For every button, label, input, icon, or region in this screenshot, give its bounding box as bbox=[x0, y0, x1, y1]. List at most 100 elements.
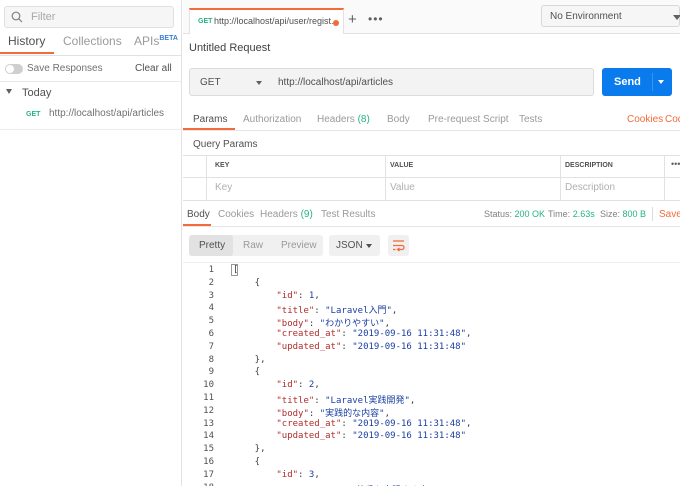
key-input[interactable]: Key bbox=[215, 182, 232, 193]
format-preview-button[interactable]: Preview bbox=[281, 240, 317, 251]
json-key: "id" bbox=[276, 469, 299, 480]
table-border bbox=[385, 155, 386, 201]
more-tabs-button[interactable]: ••• bbox=[368, 12, 384, 26]
code-line: "body": "実践的な内容", bbox=[233, 406, 390, 419]
divider bbox=[652, 207, 653, 221]
caret-down-icon[interactable] bbox=[6, 89, 12, 94]
json-key: "updated_at" bbox=[276, 431, 342, 442]
chevron-down-icon bbox=[673, 15, 680, 20]
tab-headers[interactable]: Headers (8) bbox=[317, 114, 370, 125]
response-tab-headers[interactable]: Headers (9) bbox=[260, 209, 313, 220]
code-line: "created_at": "2019-09-16 11:31:48", bbox=[233, 419, 471, 429]
language-select[interactable]: JSON bbox=[329, 235, 380, 256]
json-punct: : bbox=[314, 396, 326, 406]
code-line: { bbox=[233, 367, 260, 377]
line-number: 18 bbox=[183, 483, 214, 486]
code-line: "title": "Laravel実践開発", bbox=[233, 393, 415, 406]
line-number: 15 bbox=[203, 444, 214, 455]
table-border bbox=[560, 155, 561, 201]
line-number: 13 bbox=[203, 418, 214, 429]
format-pretty-button[interactable]: Pretty bbox=[199, 240, 225, 251]
json-punct: }, bbox=[233, 444, 266, 455]
json-punct: , bbox=[314, 380, 320, 391]
json-punct: , bbox=[409, 396, 416, 406]
json-key: "title" bbox=[276, 396, 315, 406]
query-params-label: Query Params bbox=[193, 139, 258, 150]
json-punct: , bbox=[466, 418, 472, 429]
response-tab-cookies[interactable]: Cookies bbox=[218, 209, 254, 220]
divider bbox=[183, 226, 680, 227]
code-link[interactable]: Code bbox=[665, 114, 680, 125]
tab-tests[interactable]: Tests bbox=[519, 114, 542, 125]
url-input[interactable]: http://localhost/api/articles bbox=[269, 68, 594, 96]
line-number: 5 bbox=[208, 316, 214, 327]
code-line: "body": "わかりやすい", bbox=[233, 316, 390, 329]
json-punct: , bbox=[466, 329, 472, 339]
wrap-lines-button[interactable] bbox=[388, 235, 409, 256]
history-item-url[interactable]: http://localhost/api/articles bbox=[49, 108, 164, 119]
json-punct: { bbox=[233, 277, 261, 288]
unsaved-dot-icon[interactable] bbox=[333, 20, 339, 26]
response-tab-body[interactable]: Body bbox=[187, 209, 210, 220]
request-title[interactable]: Untitled Request bbox=[189, 42, 270, 54]
code-line: "updated_at": "2019-09-16 11:31:48" bbox=[233, 342, 466, 352]
json-punct: : bbox=[341, 341, 353, 352]
url-value: http://localhost/api/articles bbox=[278, 77, 394, 88]
cookies-link[interactable]: Cookies bbox=[627, 114, 663, 125]
json-punct bbox=[233, 431, 276, 441]
value-input[interactable]: Value bbox=[390, 182, 415, 193]
active-tab-indicator bbox=[0, 52, 54, 54]
tab-prerequest-script[interactable]: Pre-request Script bbox=[428, 114, 509, 125]
json-punct bbox=[233, 329, 276, 339]
response-body-editor[interactable]: 123456789101112131415161718 [ { "id": 1,… bbox=[183, 262, 680, 486]
tab-authorization[interactable]: Authorization bbox=[243, 114, 301, 125]
history-group-today[interactable]: Today bbox=[22, 87, 51, 99]
size-label: Size: bbox=[600, 209, 621, 219]
json-punct: : bbox=[341, 329, 353, 339]
save-responses-toggle[interactable] bbox=[5, 64, 23, 74]
send-button[interactable]: Send bbox=[602, 68, 672, 96]
response-tab-test-results[interactable]: Test Results bbox=[321, 209, 375, 220]
json-string: "実践的な内容" bbox=[319, 408, 385, 419]
divider bbox=[0, 81, 182, 82]
search-icon bbox=[11, 11, 23, 23]
json-key: "updated_at" bbox=[276, 341, 342, 352]
line-number: 3 bbox=[208, 290, 214, 301]
send-label: Send bbox=[614, 76, 641, 88]
tab-headers-count: (8) bbox=[357, 114, 370, 125]
table-border bbox=[183, 177, 680, 178]
json-punct bbox=[233, 342, 276, 352]
language-value: JSON bbox=[336, 240, 363, 251]
line-number: 10 bbox=[203, 380, 214, 391]
tab-apis[interactable]: APIsBETA bbox=[134, 34, 178, 48]
json-punct: : bbox=[298, 290, 309, 301]
json-punct: }, bbox=[233, 354, 266, 365]
json-key: "id" bbox=[276, 380, 299, 391]
tab-collections[interactable]: Collections bbox=[63, 34, 122, 48]
divider bbox=[0, 55, 182, 56]
tab-history[interactable]: History bbox=[8, 34, 45, 48]
history-item-method[interactable]: GET bbox=[26, 111, 40, 118]
format-raw-button[interactable]: Raw bbox=[243, 240, 263, 251]
line-number: 8 bbox=[208, 354, 214, 365]
request-tab[interactable]: GET http://localhost/api/user/regist... bbox=[189, 8, 344, 34]
new-tab-button[interactable]: + bbox=[348, 12, 357, 27]
json-punct: , bbox=[384, 319, 390, 330]
tab-body[interactable]: Body bbox=[387, 114, 410, 125]
tab-params[interactable]: Params bbox=[193, 114, 227, 125]
chevron-down-icon bbox=[256, 81, 262, 85]
description-input[interactable]: Description bbox=[565, 182, 615, 193]
clear-all-button[interactable]: Clear all bbox=[135, 63, 172, 74]
column-header-description: DESCRIPTION bbox=[565, 162, 613, 169]
save-response-button[interactable]: Save bbox=[659, 209, 680, 220]
environment-select[interactable]: No Environment bbox=[541, 5, 680, 27]
save-responses-label: Save Responses bbox=[27, 63, 103, 74]
json-punct: , bbox=[314, 290, 320, 301]
time-value: 2.63s bbox=[572, 209, 595, 219]
method-select[interactable]: GET bbox=[189, 68, 270, 96]
filter-input[interactable]: Filter bbox=[4, 6, 174, 28]
json-punct bbox=[233, 319, 276, 329]
more-columns-icon[interactable]: ••• bbox=[671, 159, 680, 169]
json-punct bbox=[233, 396, 276, 406]
send-options-chevron-icon[interactable] bbox=[658, 80, 664, 84]
